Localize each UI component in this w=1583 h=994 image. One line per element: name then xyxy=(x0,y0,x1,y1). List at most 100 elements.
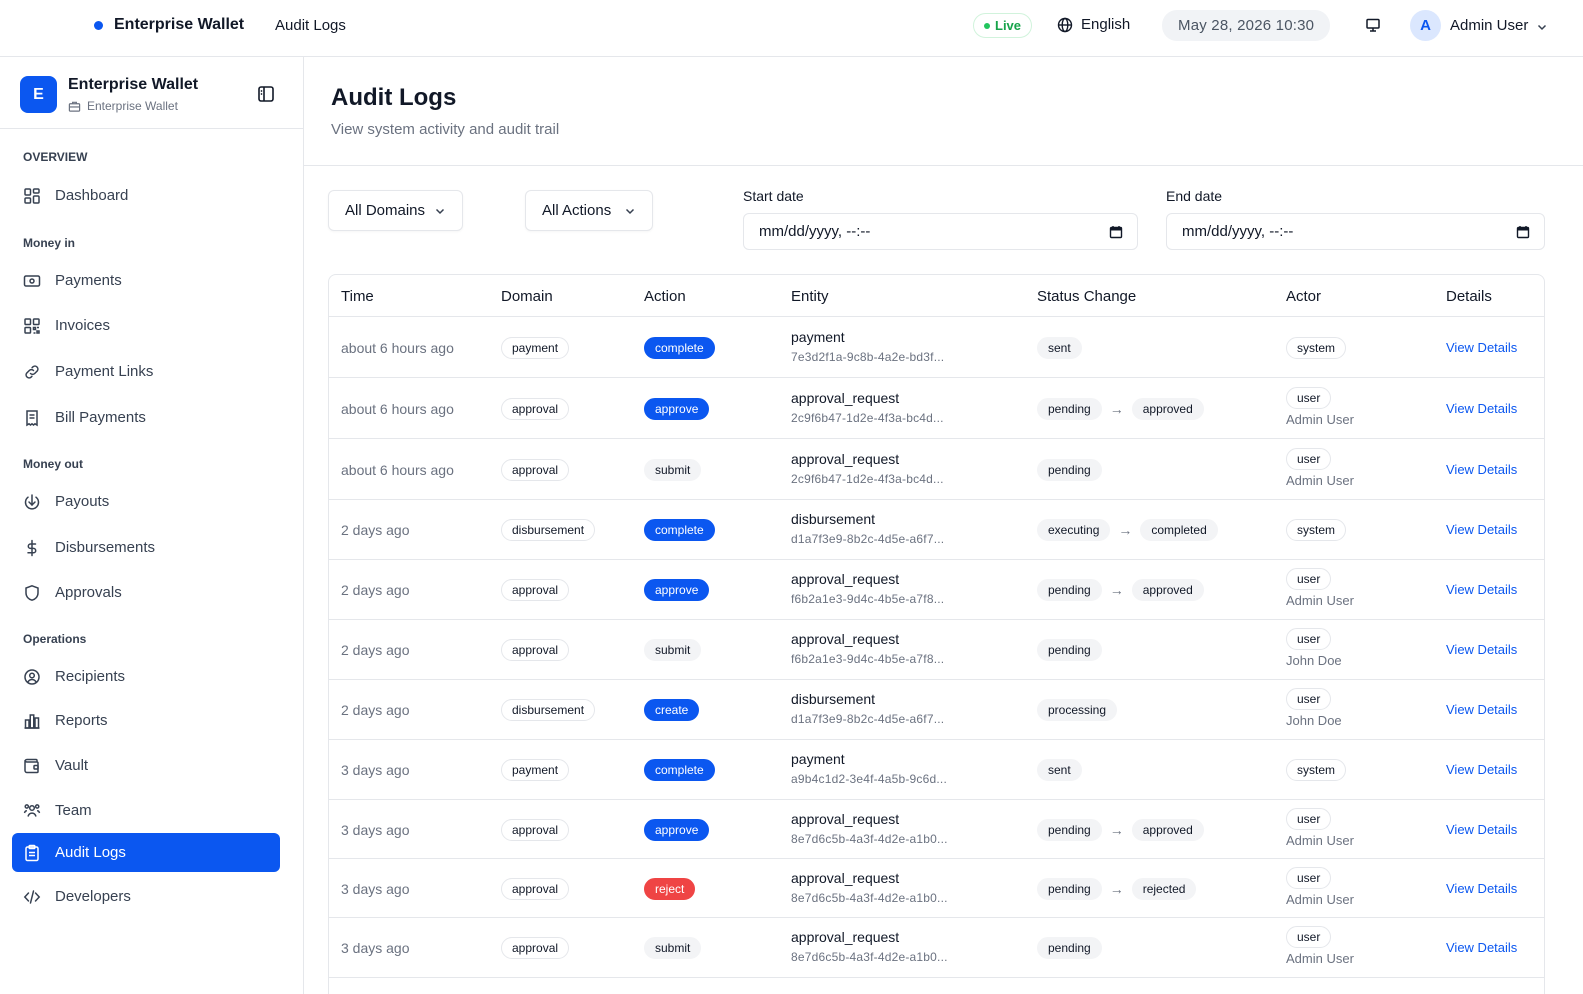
clipboard-icon xyxy=(25,844,39,861)
entity-id[interactable]: 2c9f6b47-1d2e-4f3a-bc4d... xyxy=(791,411,944,425)
calendar-icon[interactable] xyxy=(1109,225,1123,239)
action-badge: create xyxy=(644,699,700,721)
status-from-badge: sent xyxy=(1037,759,1082,781)
time-cell: 3 days ago xyxy=(341,762,410,778)
sidebar-collapse-button[interactable] xyxy=(257,85,275,108)
action-cell: submit xyxy=(644,937,702,959)
top-bar: Enterprise Wallet Audit Logs Live Englis… xyxy=(0,0,1583,57)
entity-id[interactable]: f6b2a1e3-9d4c-4b5e-a7f8... xyxy=(791,592,944,606)
actor-cell: user Admin User xyxy=(1286,866,1354,907)
header-divider xyxy=(304,165,1583,166)
sidebar-item-audit-logs[interactable]: Audit Logs xyxy=(12,833,280,872)
time-cell: about 6 hours ago xyxy=(341,400,454,417)
domain-badge: approval xyxy=(501,818,570,841)
entity-id[interactable]: d1a7f3e9-8b2c-4d5e-a6f7... xyxy=(791,532,944,546)
action-badge: submit xyxy=(644,639,702,661)
domain-badge: approval xyxy=(501,458,570,481)
display-toggle[interactable] xyxy=(1365,17,1381,38)
sidebar-item-vault[interactable]: Vault xyxy=(12,746,280,785)
language-selector[interactable]: English xyxy=(1057,16,1130,33)
view-details-link[interactable]: View Details xyxy=(1446,401,1517,416)
sidebar-item-payment-links[interactable]: Payment Links xyxy=(12,352,280,391)
action-badge: reject xyxy=(644,877,696,900)
domain-badge: approval xyxy=(501,579,570,601)
view-details-link[interactable]: View Details xyxy=(1446,642,1517,657)
user-menu-toggle[interactable] xyxy=(1536,20,1548,38)
breadcrumb[interactable]: Audit Logs xyxy=(275,17,346,34)
table-row: 3 days ago approval submit approval_request… xyxy=(329,918,1544,978)
language-label: English xyxy=(1081,16,1131,33)
action-badge: approve xyxy=(644,818,710,841)
monitor-icon xyxy=(1366,18,1380,32)
column-header-time: Time xyxy=(341,288,374,305)
table-row: about 6 hours ago approval approve approval… xyxy=(329,378,1544,439)
actor-name: John Doe xyxy=(1286,653,1342,668)
view-details-link[interactable]: View Details xyxy=(1446,702,1517,717)
sidebar-item-bill-payments[interactable]: Bill Payments xyxy=(12,398,280,437)
sidebar-item-disbursements[interactable]: Disbursements xyxy=(12,528,280,567)
domain-filter-select[interactable]: All Domains xyxy=(328,190,463,231)
sidebar-item-reports[interactable]: Reports xyxy=(12,701,280,740)
arrow-right-icon: → xyxy=(1118,522,1133,538)
domain-badge: disbursement xyxy=(501,699,596,721)
user-menu-name[interactable]: Admin User xyxy=(1450,17,1528,34)
sidebar-item-approvals[interactable]: Approvals xyxy=(12,573,280,612)
entity-id[interactable]: 2c9f6b47-1d2e-4f3a-bc4d... xyxy=(791,472,944,486)
sidebar-item-team[interactable]: Team xyxy=(12,791,280,830)
actor-cell: user John Doe xyxy=(1286,628,1342,668)
sidebar-item-developers[interactable]: Developers xyxy=(12,877,280,916)
sidebar-item-recipients[interactable]: Recipients xyxy=(12,657,280,696)
column-header-domain: Domain xyxy=(501,288,553,305)
view-details-link[interactable]: View Details xyxy=(1446,522,1517,537)
end-date-input[interactable]: mm/dd/yyyy, --:-- xyxy=(1166,213,1545,250)
action-cell: complete xyxy=(644,336,715,359)
view-details-link[interactable]: View Details xyxy=(1446,940,1517,955)
action-cell: approve xyxy=(644,397,710,420)
sidebar-item-invoices[interactable]: Invoices xyxy=(12,306,280,345)
actor-badge: user xyxy=(1286,807,1332,830)
domain-cell: payment xyxy=(501,759,570,781)
actor-cell: system xyxy=(1286,336,1347,359)
view-details-link[interactable]: View Details xyxy=(1446,762,1517,777)
entity-id[interactable]: a9b4c1d2-3e4f-4a5b-9c6d... xyxy=(791,772,947,786)
start-date-input[interactable]: mm/dd/yyyy, --:-- xyxy=(743,213,1138,250)
actor-badge: user xyxy=(1286,447,1332,470)
actor-name: Admin User xyxy=(1286,891,1354,907)
action-badge: complete xyxy=(644,336,715,359)
time-cell: 2 days ago xyxy=(341,522,410,538)
calendar-icon[interactable] xyxy=(1516,225,1530,239)
qr-grid-icon xyxy=(24,317,40,334)
view-details-link[interactable]: View Details xyxy=(1446,822,1517,837)
actor-badge: user xyxy=(1286,926,1332,948)
action-cell: approve xyxy=(644,818,710,841)
view-details-link[interactable]: View Details xyxy=(1446,340,1517,355)
chevron-down-icon xyxy=(625,208,635,214)
action-badge: submit xyxy=(644,937,702,959)
entity-id[interactable]: 8e7d6c5b-4a3f-4d2e-a1b0... xyxy=(791,891,948,905)
sidebar-item-dashboard[interactable]: Dashboard xyxy=(12,176,280,215)
entity-id[interactable]: 8e7d6c5b-4a3f-4d2e-a1b0... xyxy=(791,832,948,846)
dollar-icon xyxy=(27,539,37,556)
domain-badge: approval xyxy=(501,877,570,900)
entity-id[interactable]: d1a7f3e9-8b2c-4d5e-a6f7... xyxy=(791,712,944,726)
view-details-link[interactable]: View Details xyxy=(1446,881,1517,896)
entity-cell: approval_request 8e7d6c5b-4a3f-4d2e-a1b0.… xyxy=(791,870,948,905)
topbar-brand[interactable]: Enterprise Wallet xyxy=(114,16,244,34)
entity-type: approval_request xyxy=(791,869,900,886)
view-details-link[interactable]: View Details xyxy=(1446,462,1517,477)
sidebar-item-payouts[interactable]: Payouts xyxy=(12,482,280,521)
action-badge: complete xyxy=(644,519,715,541)
view-details-link[interactable]: View Details xyxy=(1446,582,1517,597)
time-cell: about 6 hours ago xyxy=(341,339,454,356)
entity-id[interactable]: f6b2a1e3-9d4c-4b5e-a7f8... xyxy=(791,652,944,666)
sidebar-item-payments[interactable]: Payments xyxy=(12,261,280,300)
entity-id[interactable]: 7e3d2f1a-9c8b-4a2e-bd3f... xyxy=(791,350,944,364)
page-title: Audit Logs xyxy=(331,84,457,111)
page-subtitle: View system activity and audit trail xyxy=(331,121,560,138)
avatar[interactable]: A xyxy=(1410,10,1441,41)
status-change-cell: processing xyxy=(1037,699,1118,721)
table-header: Time Domain Action Entity Status Change … xyxy=(329,275,1544,317)
status-to-badge: approved xyxy=(1131,579,1204,601)
action-filter-select[interactable]: All Actions xyxy=(525,190,653,231)
entity-id[interactable]: 8e7d6c5b-4a3f-4d2e-a1b0... xyxy=(791,950,948,964)
